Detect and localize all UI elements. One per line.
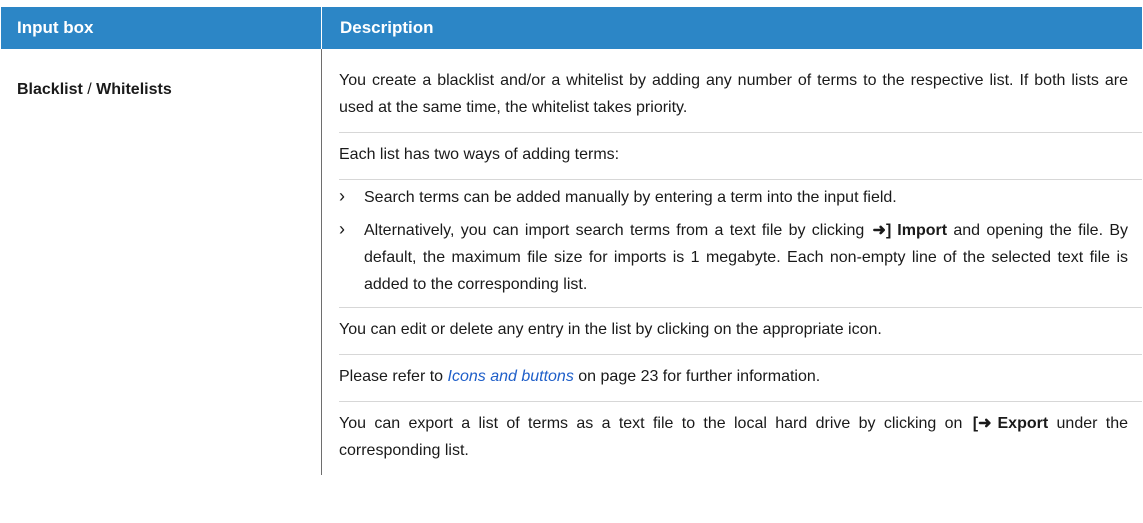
import-label: Import [897, 222, 948, 239]
label-whitelists: Whitelists [96, 81, 172, 98]
table-header: Input box Description [1, 7, 1142, 49]
bullet-text-import: Alternatively, you can import search ter… [364, 217, 1128, 298]
row-label: Blacklist / Whitelists [1, 49, 322, 475]
list-item: › Search terms can be added manually by … [339, 184, 1128, 211]
bullet-list: › Search terms can be added manually by … [339, 180, 1142, 308]
list-item: › Alternatively, you can import search t… [339, 217, 1128, 298]
export-before: You can export a list of terms as a text… [339, 415, 963, 432]
export-label: Export [997, 415, 1049, 432]
icons-and-buttons-link[interactable]: Icons and buttons [448, 368, 574, 385]
paragraph-export: You can export a list of terms as a text… [339, 402, 1142, 475]
bullet2-before: Alternatively, you can import search ter… [364, 222, 865, 239]
top-margin [1, 0, 1142, 7]
header-description: Description [340, 18, 434, 37]
row-label-text: Blacklist / Whitelists [17, 81, 172, 98]
settings-table: Input box Description Blacklist / Whitel… [1, 0, 1142, 475]
paragraph-intro: You create a blacklist and/or a whitelis… [339, 49, 1142, 133]
refer-before: Please refer to [339, 368, 444, 385]
label-blacklist: Blacklist [17, 81, 83, 98]
paragraph-ways: Each list has two ways of adding terms: [339, 133, 1142, 180]
refer-after: on page 23 for further information. [578, 368, 821, 385]
bullet-text-manual: Search terms can be added manually by en… [364, 189, 897, 206]
export-icon: [➜ [972, 415, 992, 432]
paragraph-refer: Please refer to Icons and buttons on pag… [339, 355, 1142, 402]
paragraph-edit: You can edit or delete any entry in the … [339, 308, 1142, 355]
label-separator: / [82, 81, 97, 98]
chevron-right-icon: › [339, 186, 345, 206]
import-icon: ➜] [872, 222, 892, 239]
table-row: Blacklist / Whitelists You create a blac… [1, 49, 1142, 475]
header-input-box: Input box [1, 7, 322, 49]
chevron-right-icon: › [339, 219, 345, 239]
row-description: You create a blacklist and/or a whitelis… [322, 49, 1142, 475]
